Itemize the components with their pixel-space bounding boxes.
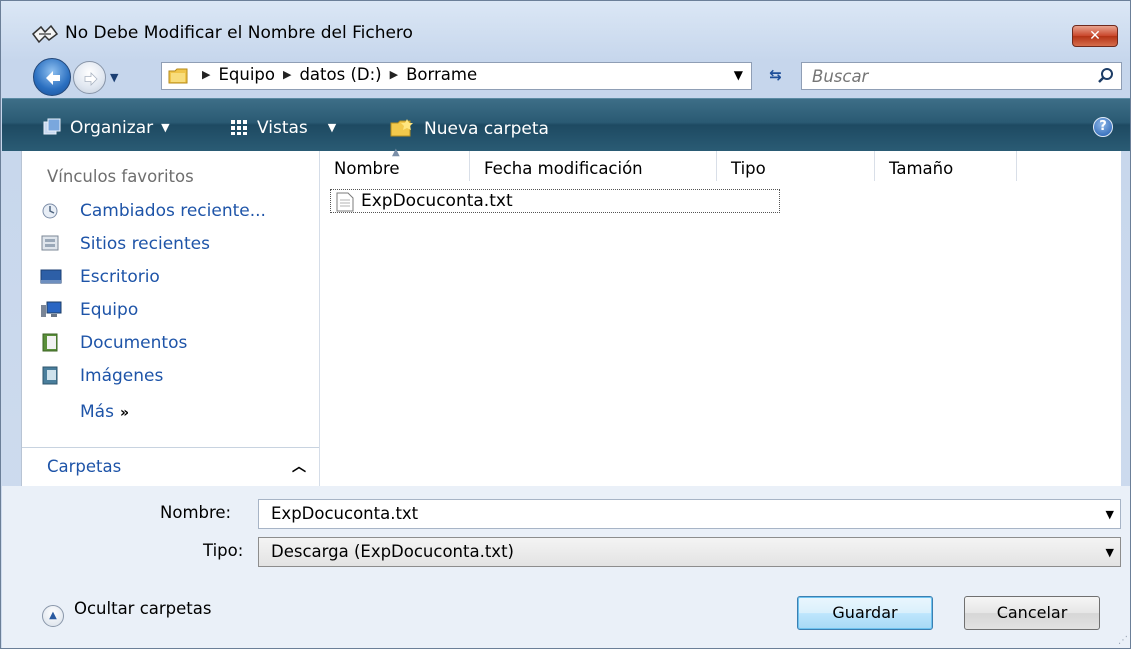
list-item[interactable]: ExpDocuconta.txt [330, 189, 780, 213]
chevron-up-icon: ▲ [42, 605, 64, 627]
column-header-nombre[interactable]: ▲ Nombre [320, 147, 470, 181]
save-button-label: Guardar [832, 603, 898, 622]
back-arrow-icon [46, 71, 60, 85]
column-header-label: Tamaño [889, 159, 954, 178]
close-button[interactable]: ✕ [1072, 25, 1118, 47]
chevron-down-icon[interactable]: ▼ [1106, 508, 1114, 521]
sidebar-item-recent-places[interactable]: Sitios recientes [40, 233, 210, 254]
forward-arrow-icon [84, 72, 98, 86]
organize-label: Organizar [70, 118, 154, 138]
sidebar-item-label: Equipo [80, 300, 139, 320]
desktop-icon [40, 269, 62, 284]
double-chevron-right-icon: » [119, 405, 129, 421]
sidebar-item-label: Cambiados reciente... [80, 201, 266, 221]
chevron-down-icon: ▼ [161, 121, 170, 134]
dialog-app-icon [31, 24, 59, 44]
chevron-up-icon: ︿ [292, 459, 306, 475]
pictures-icon [42, 366, 58, 385]
more-label: Más [80, 402, 114, 422]
address-dropdown-icon[interactable]: ▼ [734, 68, 743, 82]
file-name-value[interactable]: ExpDocuconta.txt [271, 504, 418, 523]
file-name: ExpDocuconta.txt [361, 191, 513, 211]
new-folder-button[interactable]: Nueva carpeta [390, 118, 549, 139]
chevron-down-icon[interactable]: ▼ [1106, 546, 1114, 559]
type-field-label: Tipo: [203, 541, 244, 560]
text-file-icon [336, 192, 354, 212]
column-header-label: Nombre [334, 159, 400, 178]
folders-toggle[interactable]: Carpetas ︿ [22, 447, 320, 486]
navigation-pane: Vínculos favoritos Cambiados reciente...… [21, 151, 320, 486]
window-title: No Debe Modificar el Nombre del Fichero [65, 23, 413, 43]
column-header-label: Tipo [731, 159, 766, 178]
views-icon [231, 120, 247, 135]
sidebar-item-label: Escritorio [80, 267, 160, 287]
new-folder-icon [390, 119, 413, 137]
file-name-field[interactable]: ExpDocuconta.txt ▼ [258, 499, 1121, 529]
breadcrumb: ▶ Equipo ▶ datos (D:) ▶ Borrame [194, 65, 477, 84]
computer-icon [41, 301, 62, 317]
sidebar-item-computer[interactable]: Equipo [40, 299, 138, 320]
sidebar-item-desktop[interactable]: Escritorio [40, 266, 160, 287]
file-list[interactable]: ▲ Nombre Fecha modificación Tipo Tamaño … [319, 147, 1121, 486]
sidebar-item-documents[interactable]: Documentos [40, 332, 187, 353]
help-button[interactable]: ? [1093, 117, 1113, 137]
favorites-title: Vínculos favoritos [47, 167, 194, 186]
name-field-label: Nombre: [160, 503, 232, 522]
sidebar-item-recent-changes[interactable]: Cambiados reciente... [40, 200, 266, 221]
file-type-select[interactable]: Descarga (ExpDocuconta.txt) ▼ [258, 537, 1121, 567]
search-icon[interactable] [1097, 67, 1115, 85]
sidebar-item-label: Documentos [80, 333, 188, 353]
organize-icon [43, 118, 61, 135]
documents-icon [42, 333, 58, 352]
breadcrumb-item-equipo[interactable]: Equipo [218, 65, 275, 84]
back-button[interactable] [33, 58, 71, 96]
sort-ascending-icon: ▲ [392, 147, 400, 158]
search-box[interactable] [801, 62, 1122, 90]
organize-menu[interactable]: Organizar ▼ [42, 118, 170, 138]
column-header-tamano[interactable]: Tamaño [875, 151, 1017, 181]
column-header-label: Fecha modificación [484, 159, 643, 178]
folder-icon [168, 68, 188, 84]
help-icon: ? [1099, 119, 1107, 134]
sidebar-item-label: Sitios recientes [80, 234, 210, 254]
command-toolbar: Organizar ▼ Vistas ▼ Nueva carpeta ? [2, 98, 1130, 151]
views-menu[interactable]: Vistas ▼ [229, 118, 336, 138]
history-dropdown-icon[interactable]: ▼ [110, 71, 118, 84]
address-bar[interactable]: ▶ Equipo ▶ datos (D:) ▶ Borrame ▼ [161, 62, 752, 90]
hide-folders-label: Ocultar carpetas [74, 599, 212, 618]
breadcrumb-item-datos[interactable]: datos (D:) [299, 65, 381, 84]
hide-folders-button[interactable]: ▲ Ocultar carpetas [42, 599, 211, 627]
new-folder-label: Nueva carpeta [424, 119, 549, 139]
forward-button[interactable] [73, 61, 106, 94]
save-button[interactable]: Guardar [797, 596, 933, 630]
cancel-button-label: Cancelar [996, 603, 1068, 622]
views-label: Vistas [257, 118, 308, 138]
folders-label: Carpetas [47, 457, 122, 476]
column-header-tipo[interactable]: Tipo [717, 151, 875, 181]
title-bar[interactable]: No Debe Modificar el Nombre del Fichero … [1, 1, 1130, 53]
resize-grip-icon[interactable]: ⋰ [1118, 635, 1128, 646]
refresh-icon: ⇆ [769, 66, 782, 84]
save-dialog-window: No Debe Modificar el Nombre del Fichero … [0, 0, 1131, 649]
refresh-button[interactable]: ⇆ [758, 62, 793, 90]
save-form-panel: Nombre: ExpDocuconta.txt ▼ Tipo: Descarg… [2, 486, 1130, 648]
file-type-value: Descarga (ExpDocuconta.txt) [271, 542, 514, 561]
sidebar-item-label: Imágenes [80, 366, 164, 386]
breadcrumb-item-borrame[interactable]: Borrame [406, 65, 477, 84]
column-header-fecha[interactable]: Fecha modificación [470, 151, 717, 181]
more-links-button[interactable]: Más » [80, 402, 129, 422]
breadcrumb-arrow-icon[interactable]: ▶ [202, 68, 210, 81]
sidebar-item-pictures[interactable]: Imágenes [40, 365, 163, 386]
recent-places-icon [41, 235, 59, 251]
chevron-down-icon: ▼ [327, 121, 337, 134]
recent-changes-icon [42, 203, 58, 219]
search-input[interactable] [802, 63, 1082, 89]
breadcrumb-arrow-icon[interactable]: ▶ [283, 68, 291, 81]
breadcrumb-arrow-icon[interactable]: ▶ [390, 68, 398, 81]
close-icon[interactable]: ✕ [1089, 28, 1101, 44]
cancel-button[interactable]: Cancelar [964, 596, 1100, 630]
